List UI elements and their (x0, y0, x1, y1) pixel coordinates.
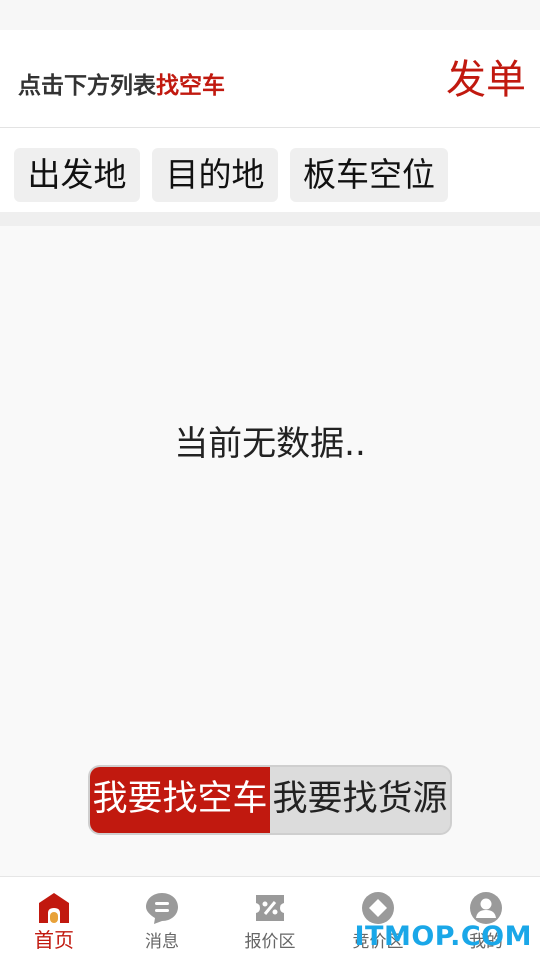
header: 点击下方列表找空车 发单 (0, 30, 540, 128)
post-order-button[interactable]: 发单 (446, 56, 526, 104)
quote-icon (256, 895, 284, 921)
tab-home-label: 首页 (34, 928, 74, 952)
filter-origin[interactable]: 出发地 (14, 148, 140, 202)
find-vacant-truck-button[interactable]: 我要找空车 (90, 767, 270, 833)
filter-vacant-slots[interactable]: 板车空位 (290, 148, 448, 202)
empty-state-message: 当前无数据.. (174, 424, 366, 464)
tab-home[interactable]: 首页 (0, 877, 108, 960)
tab-quotes-label: 报价区 (244, 932, 296, 952)
bid-icon (362, 892, 394, 924)
tab-messages[interactable]: 消息 (108, 877, 216, 960)
profile-icon (470, 892, 502, 924)
hint-prefix: 点击下方列表 (18, 73, 156, 99)
status-bar (0, 0, 540, 30)
tab-quotes[interactable]: 报价区 (216, 877, 324, 960)
hint-accent: 找空车 (156, 73, 225, 99)
find-cargo-button[interactable]: 我要找货源 (270, 767, 450, 833)
mode-toggle: 我要找空车 我要找货源 (88, 765, 452, 835)
site-watermark: ITMOP.COM (354, 921, 532, 952)
header-hint: 点击下方列表找空车 (18, 66, 225, 100)
tab-messages-label: 消息 (145, 932, 179, 952)
filter-destination[interactable]: 目的地 (152, 148, 278, 202)
divider (0, 212, 540, 226)
filter-bar: 出发地 目的地 板车空位 (0, 128, 540, 212)
home-icon (39, 893, 69, 923)
message-icon (146, 893, 178, 924)
